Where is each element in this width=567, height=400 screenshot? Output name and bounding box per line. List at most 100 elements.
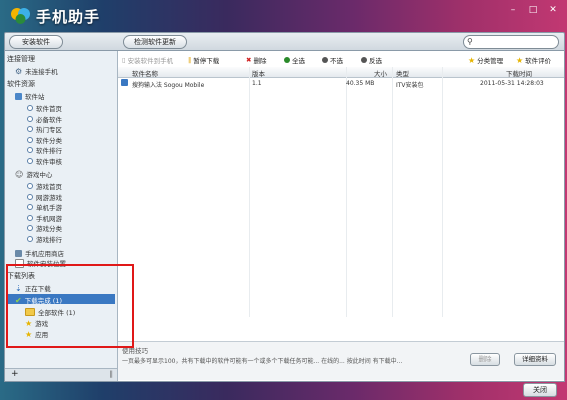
search-icon: ⚲ xyxy=(467,37,473,46)
category-manage-button[interactable]: ★ 分类管理 xyxy=(468,55,503,65)
minimize-icon[interactable]: – xyxy=(505,4,521,16)
gamepad-icon: ☺ xyxy=(15,169,24,179)
info-bar: 使用技巧 一页最多可显示100，共有下载中的软件可能有一个或多个下载任务可能..… xyxy=(118,341,564,380)
sidebar-item-label: 热门专区 xyxy=(36,126,62,134)
column-divider xyxy=(346,67,347,317)
sidebar-item-game[interactable]: 单机手游 xyxy=(27,202,62,212)
deselect-icon xyxy=(322,57,328,63)
delete-icon: ✖ xyxy=(246,56,252,64)
sidebar-item-label: 游戏中心 xyxy=(26,171,53,179)
cell-version: 1.1 xyxy=(252,80,262,87)
bullet-icon xyxy=(27,115,33,122)
sidebar-item-software[interactable]: 软件首页 xyxy=(27,103,62,113)
sidebar-item-app-store[interactable]: 手机应用商店 xyxy=(15,248,64,258)
sidebar-item-game[interactable]: 游戏分类 xyxy=(27,223,62,233)
column-header-type[interactable]: 类型 xyxy=(396,68,409,78)
phone-install-icon: ▯ xyxy=(122,56,126,64)
sidebar-item-software[interactable]: 必备软件 xyxy=(27,114,62,124)
sidebar-item-label: 软件审核 xyxy=(36,157,62,166)
sidebar-item-game[interactable]: 手机网游 xyxy=(27,213,62,223)
detail-button[interactable]: 详细资料 xyxy=(514,353,556,366)
sidebar-item-label: 手机应用商店 xyxy=(25,250,64,258)
column-header-time[interactable]: 下载时间 xyxy=(506,68,532,78)
window-controls: – □ ✕ xyxy=(505,4,561,16)
invert-selection-button[interactable]: 反选 xyxy=(361,55,382,65)
bullet-icon xyxy=(27,235,33,242)
pause-download-button[interactable]: ‖ 暂停下载 xyxy=(188,55,219,65)
cell-time: 2011-05-31 14:28:03 xyxy=(480,80,544,87)
sidebar-item-software[interactable]: 软件排行 xyxy=(27,145,62,155)
search-input[interactable] xyxy=(476,36,558,48)
bullet-icon xyxy=(27,126,33,132)
app-logo-icon xyxy=(11,8,30,24)
close-button[interactable]: 关闭 xyxy=(523,383,557,397)
sidebar-item-label: 未连接手机 xyxy=(25,68,58,76)
content-area: ▯ 安装软件到手机 ‖ 暂停下载 ✖ 删除 全选 不选 反选 ★ 分类管理 ★ … xyxy=(118,51,564,381)
highlight-box xyxy=(6,264,134,348)
sidebar-item-software[interactable]: 热门专区 xyxy=(27,124,62,134)
top-toolbar: 安装软件 检测软件更新 ⚲ xyxy=(4,32,565,52)
store-section-title: 软件资源 xyxy=(7,80,35,88)
check-updates-button[interactable]: 检测软件更新 xyxy=(123,35,187,49)
resize-grip-icon[interactable]: ‖ xyxy=(110,370,114,378)
bullet-icon xyxy=(27,183,33,189)
close-icon[interactable]: ✕ xyxy=(545,4,561,16)
action-label: 反选 xyxy=(369,57,382,65)
device-section-title: 连接管理 xyxy=(7,55,35,63)
bullet-icon xyxy=(27,136,33,143)
action-label: 分类管理 xyxy=(477,57,504,65)
store-icon xyxy=(15,249,22,257)
sidebar-item-label: 软件分类 xyxy=(36,136,62,145)
software-station-icon xyxy=(15,92,22,100)
deselect-button[interactable]: 不选 xyxy=(322,55,343,65)
action-label: 软件评价 xyxy=(525,57,552,65)
phone-icon: ⚙ xyxy=(15,66,23,76)
tips-text: 一页最多可显示100，共有下载中的软件可能有一个或多个下载任务可能... 在线的… xyxy=(122,358,403,365)
title-bar[interactable]: 手机助手 – □ ✕ xyxy=(0,0,567,32)
sidebar-item-game[interactable]: 网游游戏 xyxy=(27,192,62,202)
column-divider xyxy=(392,67,393,317)
maximize-icon[interactable]: □ xyxy=(525,4,541,16)
star-icon: ★ xyxy=(468,55,476,65)
sidebar-item-label: 网游游戏 xyxy=(36,193,62,202)
action-label: 暂停下载 xyxy=(193,57,220,65)
table-header: 软件名称 版本 大小 类型 下载时间 xyxy=(118,67,564,78)
column-divider xyxy=(442,67,443,317)
bullet-icon xyxy=(27,204,33,210)
action-label: 不选 xyxy=(330,57,343,65)
install-to-phone-button[interactable]: ▯ 安装软件到手机 xyxy=(122,55,173,65)
search-box[interactable]: ⚲ xyxy=(463,35,559,49)
bullet-icon xyxy=(27,105,33,111)
sidebar-item-label: 手机网游 xyxy=(36,214,62,223)
sidebar-item-game[interactable]: 游戏首页 xyxy=(27,181,62,191)
select-all-button[interactable]: 全选 xyxy=(284,55,305,65)
software-review-button[interactable]: ★ 软件评价 xyxy=(516,55,551,65)
sidebar-item-software[interactable]: 软件审核 xyxy=(27,156,62,166)
column-header-name[interactable]: 软件名称 xyxy=(132,68,158,78)
column-header-size[interactable]: 大小 xyxy=(374,68,387,78)
add-button[interactable]: + xyxy=(11,369,19,379)
bullet-icon xyxy=(27,147,33,153)
invert-icon xyxy=(361,57,367,63)
sidebar-item-game-center[interactable]: ☺ 游戏中心 xyxy=(15,169,53,180)
sidebar-item-software[interactable]: 软件分类 xyxy=(27,135,62,145)
sidebar-item-software-station[interactable]: 软件站 xyxy=(15,91,45,101)
bullet-icon xyxy=(27,193,33,200)
cell-type: ITV安装包 xyxy=(396,82,424,89)
action-label: 全选 xyxy=(292,57,305,65)
status-bar: 关闭 xyxy=(0,380,567,400)
sidebar-item-device[interactable]: ⚙ 未连接手机 xyxy=(15,66,58,77)
sidebar-item-label: 软件首页 xyxy=(36,105,62,113)
delete-bottom-button[interactable]: 删除 xyxy=(470,353,500,366)
table-row[interactable]: 搜狗输入法 Sogou Mobile 1.1 40.35 MB ITV安装包 2… xyxy=(118,78,564,89)
delete-button[interactable]: ✖ 删除 xyxy=(246,55,266,65)
bullet-icon xyxy=(27,214,33,221)
install-software-button[interactable]: 安装软件 xyxy=(9,35,63,49)
cell-name: 搜狗输入法 Sogou Mobile xyxy=(132,82,205,89)
column-header-version[interactable]: 版本 xyxy=(252,68,265,78)
star-icon: ★ xyxy=(516,55,524,65)
bullet-icon xyxy=(27,157,33,164)
sidebar-item-game[interactable]: 游戏排行 xyxy=(27,234,62,244)
sidebar-item-label: 游戏首页 xyxy=(36,183,62,191)
sidebar-item-label: 软件排行 xyxy=(36,147,62,155)
